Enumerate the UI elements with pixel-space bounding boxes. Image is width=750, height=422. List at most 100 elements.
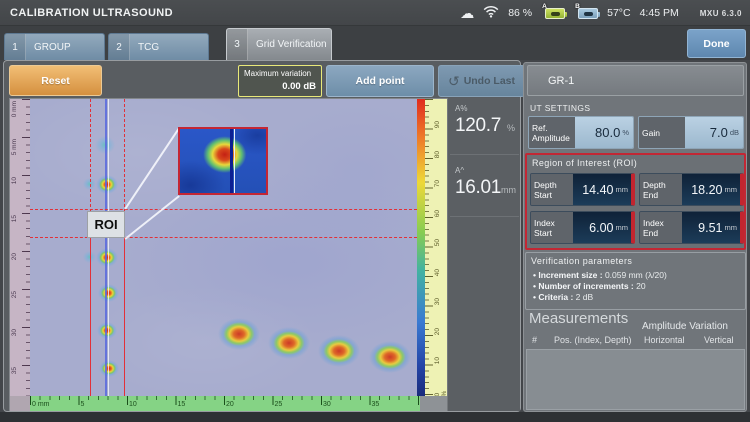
ruler-label: 0 %	[434, 387, 448, 397]
index-start-field[interactable]: Index Start 6.00 mm	[530, 211, 635, 244]
group-header[interactable]: GR-1	[527, 65, 744, 96]
ruler-label: 80	[434, 151, 441, 158]
tab-tcg-label: TCG	[130, 34, 159, 60]
verification-parameter: • Criteria : 2 dB	[533, 292, 667, 303]
ruler-label: 5 mm	[11, 139, 18, 155]
amplitude-ruler: 9080706050403020100 %	[425, 99, 449, 396]
ruler-label: 30	[323, 401, 331, 408]
depth-reading-unit: mm	[501, 185, 516, 195]
maximum-variation-label: Maximum variation	[244, 69, 316, 78]
status-bar: CALIBRATION ULTRASOUND ☁ 86 % A B 57°C	[0, 0, 750, 26]
window-bottom-edge	[0, 412, 750, 422]
scan-hotspot	[99, 360, 119, 377]
ref-amplitude-unit: %	[622, 128, 629, 137]
depth-end-label: Depth End	[640, 174, 682, 205]
ruler-label: 35	[372, 401, 380, 408]
ruler-label: 20	[226, 401, 234, 408]
cloud-icon: ☁	[460, 6, 474, 20]
undo-last-button[interactable]: ↺ Undo Last	[438, 65, 525, 97]
maximum-variation-value: 0.00 dB	[244, 81, 316, 92]
roi-tag: ROI	[87, 211, 125, 238]
depth-ruler: 0 mm5 mm101520253035	[10, 99, 30, 396]
depth-reading-value: 16.01	[455, 177, 501, 199]
gain-label: Gain	[639, 117, 685, 148]
measurements-title: Measurements	[529, 310, 628, 327]
reset-button[interactable]: Reset	[9, 65, 102, 96]
tab-tcg[interactable]: 2 TCG	[108, 33, 209, 60]
wifi-icon	[483, 5, 499, 21]
calibration-ultrasound-window: CALIBRATION ULTRASOUND ☁ 86 % A B 57°C	[0, 0, 750, 422]
ruler-label: 25	[11, 291, 18, 298]
ruler-label: 0 mm	[11, 101, 18, 117]
amplitude-reading-label: A%	[455, 104, 515, 113]
roi-index-end-line[interactable]	[124, 237, 125, 396]
add-point-button[interactable]: Add point	[326, 65, 434, 97]
ruler-label: 70	[434, 180, 441, 187]
done-button[interactable]: Done	[687, 29, 746, 58]
measurements-table[interactable]	[526, 349, 745, 410]
maximum-variation-field[interactable]: Maximum variation 0.00 dB	[238, 65, 322, 97]
cursor-line-white	[108, 99, 109, 396]
undo-icon: ↺	[448, 74, 460, 88]
tab-tcg-number: 2	[109, 34, 130, 60]
verification-parameter: • Number of increments : 20	[533, 281, 667, 292]
amplitude-reading-unit: %	[507, 123, 515, 133]
amplitude-reading-value: 120.7	[455, 115, 501, 137]
column-horizontal: Horizontal	[644, 335, 685, 345]
index-end-label: Index End	[640, 212, 682, 243]
ruler-label: 10	[434, 357, 441, 364]
cscan-image[interactable]: ROI	[30, 99, 417, 396]
clock: 4:45 PM	[640, 7, 679, 19]
ruler-corner	[10, 396, 30, 411]
ruler-label: 30	[11, 329, 18, 336]
temperature: 57°C	[607, 7, 630, 19]
ruler-label: 20	[11, 253, 18, 260]
cursor-line-blue[interactable]	[105, 99, 107, 396]
verification-parameters-list: • Increment size : 0.059 mm (λ/20)• Numb…	[533, 270, 667, 303]
depth-start-field[interactable]: Depth Start 14.40 mm	[530, 173, 635, 206]
ref-amplitude-field[interactable]: Ref. Amplitude 80.0 %	[528, 116, 634, 149]
divider	[450, 216, 519, 217]
ruler-label: 10	[11, 177, 18, 184]
depth-start-value: 14.40	[582, 183, 613, 197]
scan-hotspot	[83, 251, 96, 263]
scan-hotspot	[318, 335, 360, 367]
depth-reading: A^ 16.01 mm	[448, 162, 521, 199]
gain-unit: dB	[730, 128, 739, 137]
depth-end-field[interactable]: Depth End 18.20 mm	[639, 173, 744, 206]
grid-verification-panel: Reset Maximum variation 0.00 dB Add poin…	[3, 60, 521, 412]
index-end-field[interactable]: Index End 9.51 mm	[639, 211, 744, 244]
roi-section: Region of Interest (ROI) Depth Start 14.…	[525, 153, 746, 250]
ruler-label: 35	[11, 367, 18, 374]
tab-group[interactable]: 1 GROUP	[4, 33, 105, 60]
roi-callout-line	[124, 128, 179, 210]
verification-parameter: • Increment size : 0.059 mm (λ/20)	[533, 270, 667, 281]
index-end-unit: mm	[725, 223, 738, 232]
battery-b-icon: B	[578, 8, 598, 19]
scan-hotspot	[83, 178, 96, 190]
status-indicators: ☁ 86 % A B 57°C 4:45 PM MXU 6.3.0	[460, 0, 742, 26]
roi-depth-start-line[interactable]	[30, 209, 417, 210]
divider	[450, 154, 519, 155]
amplitude-variation-header: Amplitude Variation	[642, 321, 728, 332]
depth-start-unit: mm	[616, 185, 629, 194]
ruler-label: 90	[434, 121, 441, 128]
ruler-label: 15	[178, 401, 186, 408]
depth-reading-label: A^	[455, 166, 515, 175]
ruler-label: 50	[434, 239, 441, 246]
scan-hotspot	[268, 327, 310, 359]
ruler-label: 60	[434, 210, 441, 217]
ruler-label: 25	[275, 401, 283, 408]
roi-index-start-line[interactable]	[90, 237, 91, 396]
index-start-unit: mm	[616, 223, 629, 232]
roi-section-title: Region of Interest (ROI)	[532, 158, 637, 168]
battery-a-icon: A	[545, 8, 565, 19]
tab-grid-verification[interactable]: 3 Grid Verification	[226, 28, 332, 60]
depth-start-label: Depth Start	[531, 174, 573, 205]
tab-grid-verification-label: Grid Verification	[248, 29, 327, 60]
tab-grid-verification-number: 3	[227, 29, 248, 60]
gain-field[interactable]: Gain 7.0 dB	[638, 116, 744, 149]
scan-view: 0 mm 5 mm 10 15 20 25 30 35 ROI 90 80 70 60	[9, 98, 450, 411]
ruler-label: 5	[81, 401, 85, 408]
roi-zoom-inset	[178, 127, 268, 195]
